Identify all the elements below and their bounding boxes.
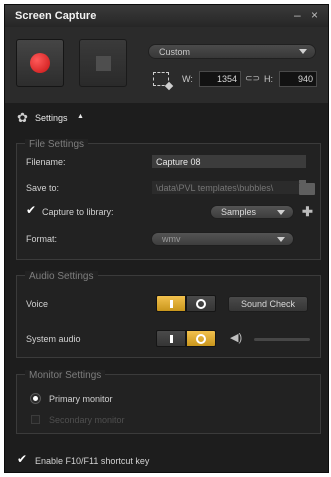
screen-capture-window: Screen Capture – × Custom W: ⊂⊃ H: ✿ Set… [4,4,329,473]
filename-input[interactable] [151,154,307,169]
chevron-down-icon [277,210,285,215]
close-button[interactable]: × [311,8,318,22]
preset-value: Custom [159,47,191,57]
on-icon [169,334,173,343]
save-to-path[interactable] [151,180,307,195]
add-library-icon[interactable]: ✚ [302,204,313,220]
folder-icon[interactable] [299,180,315,195]
shortcut-key-checkbox[interactable]: ✔ [17,453,28,465]
file-settings-title: File Settings [25,139,89,150]
off-icon [196,333,206,344]
save-to-label: Save to: [26,183,60,193]
system-audio-volume-slider[interactable] [254,338,310,341]
window-title: Screen Capture [15,10,97,22]
aspect-lock-icon[interactable]: ⊂⊃ [245,73,260,84]
capture-to-library-checkbox[interactable]: ✔ [26,204,37,216]
secondary-monitor-label: Secondary monitor [49,415,125,425]
monitor-settings-title: Monitor Settings [25,370,106,381]
audio-settings-group: Audio Settings Voice Sound Check System … [16,271,321,358]
system-audio-toggle[interactable] [156,330,216,347]
record-icon [30,53,50,73]
system-audio-label: System audio [26,334,81,344]
library-dropdown[interactable]: Samples [210,205,294,219]
collapse-caret-icon: ▲ [77,113,84,120]
primary-monitor-label: Primary monitor [49,394,113,404]
format-value: wmv [162,234,181,244]
chevron-down-icon [299,49,307,54]
capture-preset-dropdown[interactable]: Custom [148,44,316,59]
select-region-icon[interactable] [153,72,169,86]
record-button[interactable] [16,39,64,87]
minimize-button[interactable]: – [294,8,301,22]
shortcut-key-label: Enable F10/F11 shortcut key [35,456,150,466]
system-audio-off-segment[interactable] [186,330,216,347]
library-value: Samples [221,207,257,217]
height-input[interactable] [279,71,317,87]
sound-check-button[interactable]: Sound Check [228,296,308,312]
audio-settings-title: Audio Settings [25,271,98,282]
title-bar[interactable]: Screen Capture – × [5,5,328,27]
filename-label: Filename: [26,157,66,167]
file-settings-group: File Settings Filename: Save to: ✔ Captu… [16,139,321,260]
off-icon [196,298,206,309]
height-label: H: [264,74,273,84]
voice-label: Voice [26,299,49,309]
primary-monitor-radio[interactable] [30,393,41,404]
secondary-monitor-checkbox [31,415,40,424]
voice-off-segment[interactable] [186,295,216,312]
width-label: W: [182,74,193,84]
format-label: Format: [26,234,58,244]
monitor-settings-group: Monitor Settings Primary monitor Seconda… [16,370,321,434]
settings-toggle[interactable]: ✿ Settings ▲ [5,106,328,128]
width-input[interactable] [199,71,241,87]
capture-to-library-label: Capture to library: [42,207,114,217]
gear-icon: ✿ [17,110,28,125]
settings-label: Settings [35,113,68,123]
chevron-down-icon [277,237,285,242]
stop-button[interactable] [79,39,127,87]
voice-on-segment[interactable] [156,295,186,312]
capture-controls: Custom W: ⊂⊃ H: [5,27,328,103]
voice-toggle[interactable] [156,295,216,312]
system-audio-on-segment[interactable] [156,330,186,347]
speaker-icon: ◀) [230,332,243,344]
stop-icon [96,56,111,71]
on-icon [169,299,173,308]
format-dropdown[interactable]: wmv [151,232,294,246]
